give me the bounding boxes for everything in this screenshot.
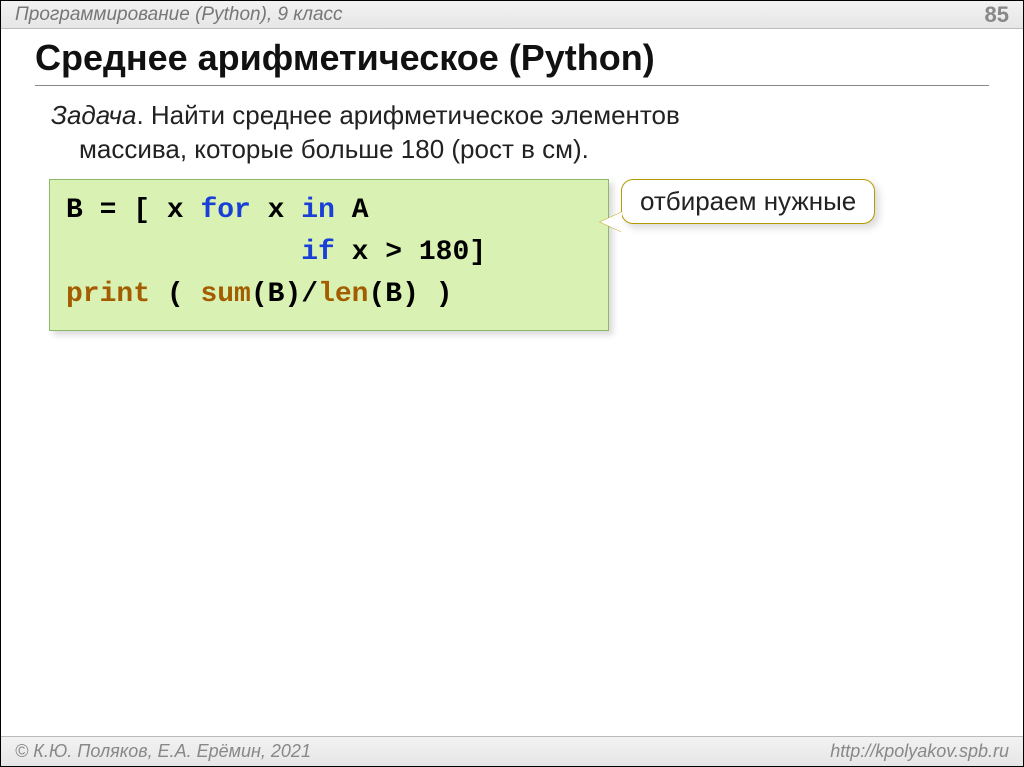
kw-if: if [301, 237, 335, 268]
task-line1: . Найти среднее арифметическое элементов [136, 100, 679, 130]
code-block: B = [ x for x in A if x > 180] print ( s… [49, 179, 609, 331]
slide: Программирование (Python), 9 класс 85 Ср… [0, 0, 1024, 767]
topbar-left: Программирование (Python), 9 класс [15, 4, 343, 26]
kw-in: in [301, 195, 335, 226]
footer-left: © К.Ю. Поляков, Е.А. Ерёмин, 2021 [15, 741, 311, 762]
slide-title: Среднее арифметическое (Python) [35, 37, 655, 79]
kw-for: for [200, 195, 250, 226]
title-rule [35, 85, 989, 86]
kw-print: print [66, 279, 150, 310]
footer-right: http://kpolyakov.spb.ru [830, 741, 1009, 762]
footer-bar: © К.Ю. Поляков, Е.А. Ерёмин, 2021 http:/… [1, 736, 1023, 766]
task-label: Задача [51, 100, 136, 130]
kw-sum: sum [200, 279, 250, 310]
top-bar: Программирование (Python), 9 класс 85 [1, 1, 1023, 29]
callout-bubble: отбираем нужные [621, 179, 875, 224]
task-line2: массива, которые больше 180 (рост в см). [79, 133, 963, 167]
kw-len: len [318, 279, 368, 310]
page-number: 85 [985, 2, 1009, 28]
task-text: Задача. Найти среднее арифметическое эле… [51, 99, 963, 167]
